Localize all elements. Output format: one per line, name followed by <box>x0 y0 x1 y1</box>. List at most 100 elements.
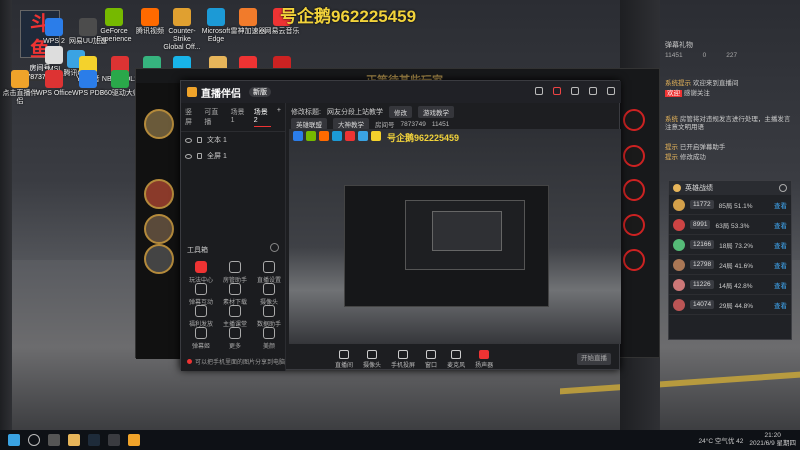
tab-item-active[interactable]: 场景2 <box>253 107 271 127</box>
ctrl-mic[interactable]: 麦克风 <box>447 349 465 369</box>
tab-item[interactable]: 可直播 <box>204 107 224 127</box>
hero-score: 12166 <box>690 240 715 249</box>
weather-text[interactable]: 24°C 空气优 42 <box>699 435 744 445</box>
scene-panel: 竖屏 可直播 场景1 场景2 + 文本 1 全屏 1 工具箱 玩法中心 房管助手直… <box>181 103 286 371</box>
tool-icon <box>263 327 275 339</box>
tool-item[interactable]: 弹幕互动 <box>187 283 215 306</box>
hero-score: 11772 <box>690 200 714 209</box>
taskbar-app-icon[interactable] <box>108 434 120 446</box>
add-scene-icon[interactable]: + <box>277 107 281 127</box>
ban-slot-button[interactable] <box>623 249 645 271</box>
desktop-icon-label: GeForce Experience <box>96 28 132 43</box>
main-preview-panel: 修改标题: 网友分段上站教学 修改 游戏教学 英雄联盟 大神教学 房间号 787… <box>287 103 621 371</box>
stat-value: 0 <box>702 52 707 59</box>
stream-preview[interactable]: 号企鹅962225459 <box>289 129 621 344</box>
lock-icon[interactable] <box>197 137 202 143</box>
hero-stats-panel: 英雄战绩 11772 85局 51.1% 查看 8991 63局 53.3% 查看 1216… <box>668 180 792 340</box>
view-hero-link[interactable]: 查看 <box>774 260 787 270</box>
ban-slot-button[interactable] <box>623 179 645 201</box>
lock-icon[interactable] <box>197 153 202 159</box>
app-icon <box>239 8 257 26</box>
tool-item[interactable]: 素材下载 <box>221 283 249 306</box>
chat-username: 欢迎 <box>665 90 682 97</box>
tool-item[interactable]: 房管助手 <box>221 261 249 284</box>
tool-item[interactable]: 主播课堂 <box>221 305 249 328</box>
taskbar-app-icon[interactable] <box>128 434 140 446</box>
taskbar-app-icon[interactable] <box>68 434 80 446</box>
tool-item[interactable]: 更多 <box>221 327 249 350</box>
more-tools-icon[interactable] <box>270 243 279 252</box>
tab-item[interactable]: 竖屏 <box>185 107 198 127</box>
settings-icon[interactable] <box>571 87 579 95</box>
edit-title-button[interactable]: 修改 <box>388 106 412 118</box>
hero-winrate: 18局 73.2% <box>719 242 754 250</box>
task-view-icon[interactable] <box>48 434 60 446</box>
nested-preview-innermost <box>432 211 502 251</box>
hero-score: 11226 <box>690 280 714 289</box>
tool-item[interactable]: 直播设置 <box>255 261 283 284</box>
hero-avatar <box>673 238 685 251</box>
tool-item[interactable]: 摄像头 <box>255 283 283 306</box>
clock-date: 2021/6/9 星期四 <box>749 440 796 447</box>
window-controls <box>535 87 615 95</box>
tool-item[interactable]: 玩法中心 <box>187 261 215 284</box>
scene-source-item[interactable]: 文本 1 <box>181 132 285 148</box>
ctrl-window[interactable]: 窗口 <box>425 349 438 369</box>
category-button[interactable]: 游戏教学 <box>417 106 454 118</box>
eye-icon[interactable] <box>185 153 192 159</box>
mini-icon <box>293 131 303 141</box>
ctrl-camera[interactable]: 摄像头 <box>363 349 381 369</box>
view-hero-link[interactable]: 查看 <box>774 280 787 290</box>
ban-slot-button[interactable] <box>623 214 645 236</box>
chat-message: 系统提示 欢迎来到直播间 <box>665 80 795 88</box>
notification-icon[interactable] <box>535 87 543 95</box>
hero-row: 11226 14局 42.8% 查看 <box>669 275 791 295</box>
tool-item[interactable]: 弹幕姬 <box>187 327 215 350</box>
speaker-icon <box>479 349 490 359</box>
app-icon <box>45 18 63 36</box>
ban-slot-button[interactable] <box>623 109 645 131</box>
tool-icon <box>263 305 275 317</box>
scene-source-item[interactable]: 全屏 1 <box>181 148 285 164</box>
search-icon[interactable] <box>28 434 40 446</box>
tab-item[interactable]: 场景1 <box>231 107 248 127</box>
desktop-icon[interactable]: GeForce Experience <box>94 8 134 44</box>
app-icon <box>11 70 29 88</box>
eye-icon[interactable] <box>185 137 192 143</box>
app-icon <box>105 8 123 26</box>
tool-item[interactable]: 美颜 <box>255 327 283 350</box>
ctrl-live-room[interactable]: 直播间 <box>335 349 354 369</box>
close-icon[interactable] <box>779 184 787 192</box>
ctrl-label: 窗口 <box>425 362 438 369</box>
ctrl-phone-cast[interactable]: 手机投屏 <box>391 349 415 369</box>
start-menu-icon[interactable] <box>8 434 20 446</box>
view-hero-link[interactable]: 查看 <box>774 220 787 230</box>
ctrl-label: 直播间 <box>335 362 354 369</box>
mini-icon <box>306 131 316 141</box>
hero-row: 12798 24局 41.6% 查看 <box>669 255 791 275</box>
hero-avatar <box>673 278 685 291</box>
mini-icon <box>358 131 368 141</box>
close-icon[interactable] <box>607 87 615 95</box>
ctrl-speaker[interactable]: 扬声器 <box>475 349 493 369</box>
mail-icon[interactable] <box>553 87 561 95</box>
control-bar: 直播间 摄像头 手机投屏 窗口 麦克风 扬声器 <box>287 347 621 371</box>
hero-winrate: 14局 42.8% <box>718 282 753 290</box>
view-hero-link[interactable]: 查看 <box>774 240 787 250</box>
phone-icon <box>398 349 409 359</box>
steam-icon[interactable] <box>88 434 100 446</box>
chat-message: 提示 修改成功 <box>665 154 795 162</box>
tool-item[interactable]: 福利发放 <box>187 305 215 328</box>
start-live-button[interactable]: 开始直播 <box>577 353 611 365</box>
tool-icon <box>195 327 207 339</box>
minimize-icon[interactable] <box>589 87 597 95</box>
desktop-icon[interactable]: 360驱动大师 <box>100 70 140 98</box>
bottom-tip[interactable]: 可以把手机里面的图片分享到电脑 <box>187 357 285 366</box>
app-icon <box>141 8 159 26</box>
tool-item[interactable]: 数据助手 <box>255 305 283 328</box>
view-hero-link[interactable]: 查看 <box>774 200 787 210</box>
ban-slot-button[interactable] <box>623 145 645 167</box>
clock[interactable]: 21:20 2021/6/9 星期四 <box>749 432 796 448</box>
view-hero-link[interactable]: 查看 <box>774 300 787 310</box>
window-icon <box>426 349 437 359</box>
